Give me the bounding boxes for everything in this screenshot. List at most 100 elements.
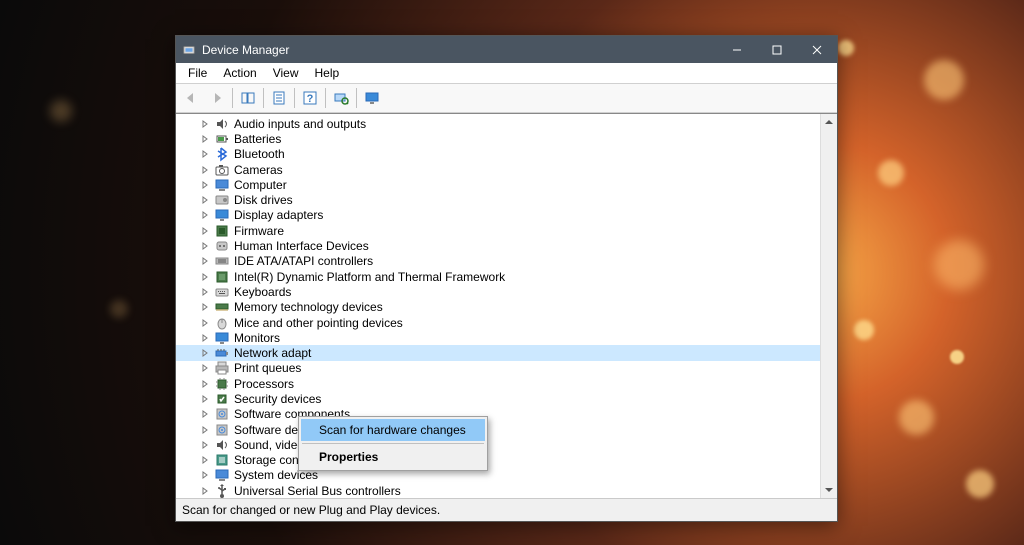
tree-item-software[interactable]: Software devices <box>176 422 821 437</box>
tree-item-label: Monitors <box>234 331 280 345</box>
scroll-up-button[interactable] <box>821 114 837 130</box>
titlebar[interactable]: Device Manager <box>176 36 837 63</box>
tree-item-bluetooth[interactable]: Bluetooth <box>176 147 821 162</box>
tree-item-battery[interactable]: Batteries <box>176 131 821 146</box>
tree-item-label: Security devices <box>234 392 321 406</box>
tree-item-label: Bluetooth <box>234 147 285 161</box>
monitor-icon <box>214 330 230 346</box>
expand-arrow-icon[interactable] <box>198 208 212 222</box>
expand-arrow-icon[interactable] <box>198 163 212 177</box>
expand-arrow-icon[interactable] <box>198 132 212 146</box>
tree-item-mouse[interactable]: Mice and other pointing devices <box>176 315 821 330</box>
tree-item-label: Mice and other pointing devices <box>234 316 403 330</box>
tree-item-monitor[interactable]: Monitors <box>176 330 821 345</box>
tree-item-intel[interactable]: Intel(R) Dynamic Platform and Thermal Fr… <box>176 269 821 284</box>
processor-icon <box>214 376 230 392</box>
tree-item-keyboard[interactable]: Keyboards <box>176 284 821 299</box>
tree-view-container: Audio inputs and outputsBatteriesBluetoo… <box>176 113 837 498</box>
expand-arrow-icon[interactable] <box>198 117 212 131</box>
sound-icon <box>214 437 230 453</box>
storage-icon <box>214 452 230 468</box>
ctx-scan-hardware[interactable]: Scan for hardware changes <box>301 419 485 441</box>
tree-item-display[interactable]: Display adapters <box>176 208 821 223</box>
expand-arrow-icon[interactable] <box>198 239 212 253</box>
monitor-button[interactable] <box>360 86 384 110</box>
tree-item-network[interactable]: Network adapt <box>176 345 821 360</box>
expand-arrow-icon[interactable] <box>198 147 212 161</box>
tree-item-system[interactable]: System devices <box>176 468 821 483</box>
expand-arrow-icon[interactable] <box>198 423 212 437</box>
tree-item-ide[interactable]: IDE ATA/ATAPI controllers <box>176 254 821 269</box>
scroll-down-button[interactable] <box>821 482 837 498</box>
expand-arrow-icon[interactable] <box>198 484 212 498</box>
expand-arrow-icon[interactable] <box>198 346 212 360</box>
svg-text:?: ? <box>307 93 314 105</box>
forward-button <box>205 86 229 110</box>
expand-arrow-icon[interactable] <box>198 224 212 238</box>
tree-item-usb[interactable]: Universal Serial Bus controllers <box>176 483 821 498</box>
expand-arrow-icon[interactable] <box>198 468 212 482</box>
tree-item-label: Audio inputs and outputs <box>234 117 366 131</box>
camera-icon <box>214 162 230 178</box>
tree-item-disk[interactable]: Disk drives <box>176 192 821 207</box>
expand-arrow-icon[interactable] <box>198 361 212 375</box>
window-title: Device Manager <box>202 43 717 57</box>
show-hide-tree-button[interactable] <box>236 86 260 110</box>
properties-button[interactable] <box>267 86 291 110</box>
bluetooth-icon <box>214 146 230 162</box>
tree-item-camera[interactable]: Cameras <box>176 162 821 177</box>
tree-item-security[interactable]: Security devices <box>176 391 821 406</box>
expand-arrow-icon[interactable] <box>198 270 212 284</box>
expand-arrow-icon[interactable] <box>198 377 212 391</box>
hid-icon <box>214 238 230 254</box>
tree-item-label: Display adapters <box>234 208 323 222</box>
ctx-separator <box>302 443 484 444</box>
tree-item-label: Computer <box>234 178 287 192</box>
tree-item-label: Processors <box>234 377 294 391</box>
expand-arrow-icon[interactable] <box>198 453 212 467</box>
back-button <box>179 86 203 110</box>
expand-arrow-icon[interactable] <box>198 407 212 421</box>
menu-view[interactable]: View <box>265 64 307 82</box>
close-button[interactable] <box>797 36 837 63</box>
menu-help[interactable]: Help <box>307 64 348 82</box>
scan-hardware-button[interactable] <box>329 86 353 110</box>
expand-arrow-icon[interactable] <box>198 392 212 406</box>
device-manager-window: Device Manager File Action View Help ? <box>175 35 838 522</box>
maximize-button[interactable] <box>757 36 797 63</box>
tree-item-computer[interactable]: Computer <box>176 177 821 192</box>
help-button[interactable]: ? <box>298 86 322 110</box>
expand-arrow-icon[interactable] <box>198 285 212 299</box>
tree-item-sound[interactable]: Sound, video and game controllers <box>176 437 821 452</box>
statusbar: Scan for changed or new Plug and Play de… <box>176 498 837 521</box>
keyboard-icon <box>214 284 230 300</box>
tree-item-firmware[interactable]: Firmware <box>176 223 821 238</box>
expand-arrow-icon[interactable] <box>198 316 212 330</box>
memory-icon <box>214 299 230 315</box>
menu-file[interactable]: File <box>180 64 215 82</box>
menu-action[interactable]: Action <box>215 64 264 82</box>
vertical-scrollbar[interactable] <box>820 114 837 498</box>
network-icon <box>214 345 230 361</box>
tree-item-processor[interactable]: Processors <box>176 376 821 391</box>
menubar: File Action View Help <box>176 63 837 84</box>
device-tree[interactable]: Audio inputs and outputsBatteriesBluetoo… <box>176 114 821 498</box>
expand-arrow-icon[interactable] <box>198 331 212 345</box>
expand-arrow-icon[interactable] <box>198 300 212 314</box>
tree-item-software[interactable]: Software components <box>176 407 821 422</box>
tree-item-storage[interactable]: Storage controllers <box>176 453 821 468</box>
tree-item-printer[interactable]: Print queues <box>176 361 821 376</box>
tree-item-hid[interactable]: Human Interface Devices <box>176 238 821 253</box>
expand-arrow-icon[interactable] <box>198 193 212 207</box>
ctx-properties[interactable]: Properties <box>301 446 485 468</box>
disk-icon <box>214 192 230 208</box>
tree-item-audio[interactable]: Audio inputs and outputs <box>176 116 821 131</box>
expand-arrow-icon[interactable] <box>198 178 212 192</box>
expand-arrow-icon[interactable] <box>198 254 212 268</box>
tree-item-memory[interactable]: Memory technology devices <box>176 300 821 315</box>
software-icon <box>214 422 230 438</box>
tree-item-label: Batteries <box>234 132 281 146</box>
status-text: Scan for changed or new Plug and Play de… <box>182 503 440 517</box>
minimize-button[interactable] <box>717 36 757 63</box>
expand-arrow-icon[interactable] <box>198 438 212 452</box>
